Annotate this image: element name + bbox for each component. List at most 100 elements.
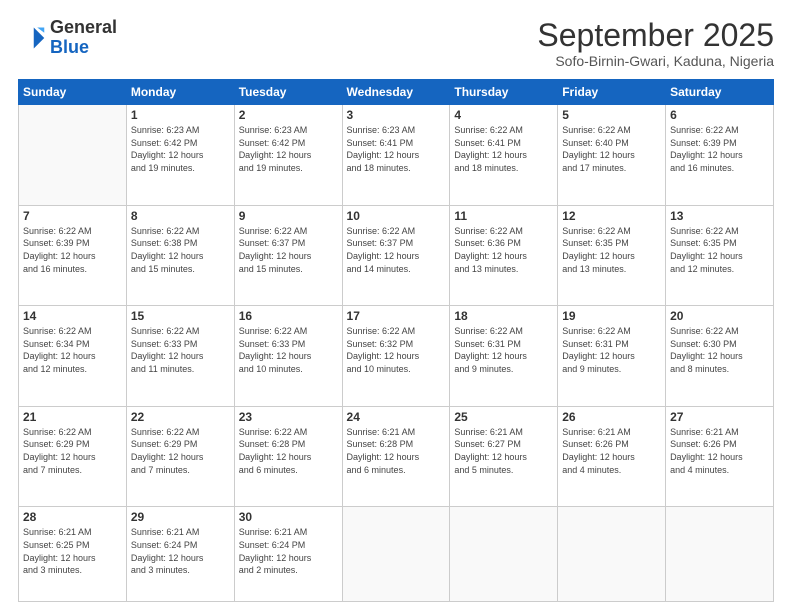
day-number: 2: [239, 108, 338, 122]
day-number: 7: [23, 209, 122, 223]
day-number: 1: [131, 108, 230, 122]
weekday-header-row: Sunday Monday Tuesday Wednesday Thursday…: [19, 80, 774, 105]
day-info: Sunrise: 6:22 AM Sunset: 6:31 PM Dayligh…: [454, 325, 553, 375]
header-monday: Monday: [126, 80, 234, 105]
day-number: 5: [562, 108, 661, 122]
day-number: 22: [131, 410, 230, 424]
calendar-cell: 8 Sunrise: 6:22 AM Sunset: 6:38 PM Daylig…: [126, 205, 234, 306]
day-info: Sunrise: 6:23 AM Sunset: 6:41 PM Dayligh…: [347, 124, 446, 174]
calendar-cell: 25Sunrise: 6:21 AM Sunset: 6:27 PM Dayli…: [450, 406, 558, 507]
day-info: Sunrise: 6:22 AM Sunset: 6:31 PM Dayligh…: [562, 325, 661, 375]
calendar-cell: 27 Sunrise: 6:21 AM Sunset: 6:26 PM Dayli…: [666, 406, 774, 507]
calendar-cell: 12 Sunrise: 6:22 AM Sunset: 6:35 PM Dayli…: [558, 205, 666, 306]
page: General Blue September 2025 Sofo-Birnin-…: [0, 0, 792, 612]
day-info: Sunrise: 6:21 AM Sunset: 6:27 PM Dayligh…: [454, 426, 553, 476]
day-number: 11: [454, 209, 553, 223]
logo: General Blue: [18, 18, 117, 58]
day-info: Sunrise: 6:22 AM Sunset: 6:29 PM Dayligh…: [23, 426, 122, 476]
header: General Blue September 2025 Sofo-Birnin-…: [18, 18, 774, 69]
day-info: Sunrise: 6:22 AM Sunset: 6:32 PM Dayligh…: [347, 325, 446, 375]
calendar-cell: [19, 105, 127, 206]
day-info: Sunrise: 6:22 AM Sunset: 6:36 PM Dayligh…: [454, 225, 553, 275]
calendar-cell: 30Sunrise: 6:21 AM Sunset: 6:24 PM Dayli…: [234, 507, 342, 602]
day-number: 9: [239, 209, 338, 223]
calendar-cell: 22 Sunrise: 6:22 AM Sunset: 6:29 PM Dayli…: [126, 406, 234, 507]
day-number: 18: [454, 309, 553, 323]
day-number: 23: [239, 410, 338, 424]
day-number: 12: [562, 209, 661, 223]
calendar-cell: [666, 507, 774, 602]
day-number: 29: [131, 510, 230, 524]
day-info: Sunrise: 6:22 AM Sunset: 6:29 PM Dayligh…: [131, 426, 230, 476]
day-info: Sunrise: 6:22 AM Sunset: 6:38 PM Dayligh…: [131, 225, 230, 275]
day-number: 20: [670, 309, 769, 323]
calendar-cell: 7 Sunrise: 6:22 AM Sunset: 6:39 PM Daylig…: [19, 205, 127, 306]
day-info: Sunrise: 6:22 AM Sunset: 6:33 PM Dayligh…: [131, 325, 230, 375]
day-info: Sunrise: 6:22 AM Sunset: 6:39 PM Dayligh…: [23, 225, 122, 275]
calendar-cell: [342, 507, 450, 602]
month-title: September 2025: [537, 18, 774, 53]
day-info: Sunrise: 6:22 AM Sunset: 6:34 PM Dayligh…: [23, 325, 122, 375]
calendar-cell: 5Sunrise: 6:22 AM Sunset: 6:40 PM Daylig…: [558, 105, 666, 206]
day-number: 8: [131, 209, 230, 223]
day-info: Sunrise: 6:21 AM Sunset: 6:28 PM Dayligh…: [347, 426, 446, 476]
calendar-cell: 28 Sunrise: 6:21 AM Sunset: 6:25 PM Dayli…: [19, 507, 127, 602]
day-info: Sunrise: 6:23 AM Sunset: 6:42 PM Dayligh…: [131, 124, 230, 174]
calendar-cell: 13 Sunrise: 6:22 AM Sunset: 6:35 PM Dayli…: [666, 205, 774, 306]
day-number: 19: [562, 309, 661, 323]
calendar-cell: 1 Sunrise: 6:23 AM Sunset: 6:42 PM Daylig…: [126, 105, 234, 206]
calendar-cell: [450, 507, 558, 602]
day-info: Sunrise: 6:22 AM Sunset: 6:39 PM Dayligh…: [670, 124, 769, 174]
calendar-cell: 15 Sunrise: 6:22 AM Sunset: 6:33 PM Dayli…: [126, 306, 234, 407]
day-info: Sunrise: 6:22 AM Sunset: 6:33 PM Dayligh…: [239, 325, 338, 375]
day-number: 28: [23, 510, 122, 524]
day-info: Sunrise: 6:22 AM Sunset: 6:35 PM Dayligh…: [562, 225, 661, 275]
calendar-cell: 19 Sunrise: 6:22 AM Sunset: 6:31 PM Dayli…: [558, 306, 666, 407]
calendar-cell: 9 Sunrise: 6:22 AM Sunset: 6:37 PM Daylig…: [234, 205, 342, 306]
calendar-cell: 2 Sunrise: 6:23 AM Sunset: 6:42 PM Daylig…: [234, 105, 342, 206]
day-info: Sunrise: 6:22 AM Sunset: 6:37 PM Dayligh…: [347, 225, 446, 275]
day-info: Sunrise: 6:22 AM Sunset: 6:37 PM Dayligh…: [239, 225, 338, 275]
title-block: September 2025 Sofo-Birnin-Gwari, Kaduna…: [537, 18, 774, 69]
calendar-cell: 23 Sunrise: 6:22 AM Sunset: 6:28 PM Dayli…: [234, 406, 342, 507]
day-number: 10: [347, 209, 446, 223]
calendar-cell: 29 Sunrise: 6:21 AM Sunset: 6:24 PM Dayli…: [126, 507, 234, 602]
calendar-cell: 24 Sunrise: 6:21 AM Sunset: 6:28 PM Dayli…: [342, 406, 450, 507]
header-friday: Friday: [558, 80, 666, 105]
day-info: Sunrise: 6:22 AM Sunset: 6:35 PM Dayligh…: [670, 225, 769, 275]
calendar-cell: 11 Sunrise: 6:22 AM Sunset: 6:36 PM Dayli…: [450, 205, 558, 306]
day-number: 17: [347, 309, 446, 323]
header-wednesday: Wednesday: [342, 80, 450, 105]
day-info: Sunrise: 6:21 AM Sunset: 6:26 PM Dayligh…: [670, 426, 769, 476]
logo-blue: Blue: [50, 37, 89, 57]
day-number: 16: [239, 309, 338, 323]
day-number: 4: [454, 108, 553, 122]
logo-text: General Blue: [50, 18, 117, 58]
calendar-cell: [558, 507, 666, 602]
header-tuesday: Tuesday: [234, 80, 342, 105]
header-thursday: Thursday: [450, 80, 558, 105]
calendar-cell: 6Sunrise: 6:22 AM Sunset: 6:39 PM Daylig…: [666, 105, 774, 206]
calendar-cell: 3 Sunrise: 6:23 AM Sunset: 6:41 PM Daylig…: [342, 105, 450, 206]
day-number: 13: [670, 209, 769, 223]
day-info: Sunrise: 6:23 AM Sunset: 6:42 PM Dayligh…: [239, 124, 338, 174]
day-number: 30: [239, 510, 338, 524]
calendar-cell: 16 Sunrise: 6:22 AM Sunset: 6:33 PM Dayli…: [234, 306, 342, 407]
day-number: 14: [23, 309, 122, 323]
logo-general: General: [50, 17, 117, 37]
day-info: Sunrise: 6:21 AM Sunset: 6:25 PM Dayligh…: [23, 526, 122, 576]
day-info: Sunrise: 6:22 AM Sunset: 6:41 PM Dayligh…: [454, 124, 553, 174]
day-info: Sunrise: 6:21 AM Sunset: 6:24 PM Dayligh…: [131, 526, 230, 576]
calendar-cell: 21Sunrise: 6:22 AM Sunset: 6:29 PM Dayli…: [19, 406, 127, 507]
day-info: Sunrise: 6:22 AM Sunset: 6:28 PM Dayligh…: [239, 426, 338, 476]
calendar-cell: 14 Sunrise: 6:22 AM Sunset: 6:34 PM Dayli…: [19, 306, 127, 407]
header-saturday: Saturday: [666, 80, 774, 105]
day-number: 3: [347, 108, 446, 122]
calendar-cell: 18 Sunrise: 6:22 AM Sunset: 6:31 PM Dayli…: [450, 306, 558, 407]
day-number: 24: [347, 410, 446, 424]
location-subtitle: Sofo-Birnin-Gwari, Kaduna, Nigeria: [537, 53, 774, 69]
day-number: 27: [670, 410, 769, 424]
day-number: 15: [131, 309, 230, 323]
day-info: Sunrise: 6:21 AM Sunset: 6:26 PM Dayligh…: [562, 426, 661, 476]
calendar-cell: 4 Sunrise: 6:22 AM Sunset: 6:41 PM Daylig…: [450, 105, 558, 206]
